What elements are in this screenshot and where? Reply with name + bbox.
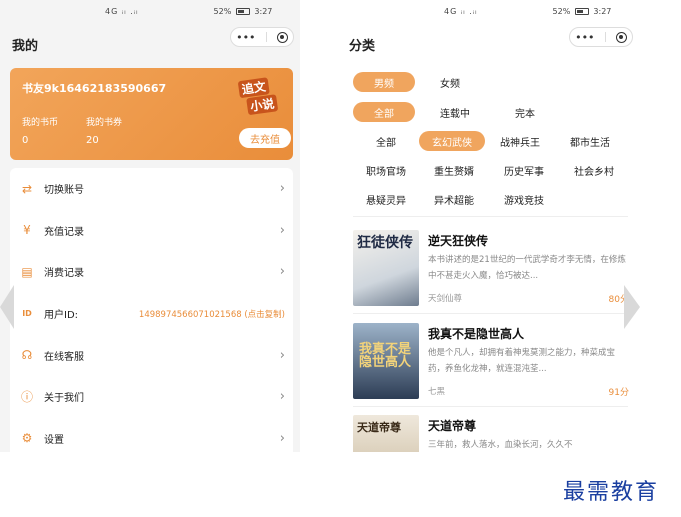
switch-account-icon: ⇄ [21, 181, 33, 196]
chevron-right-icon: › [279, 181, 285, 197]
menu-item-label: 切换账号 [44, 185, 84, 197]
genre-workplace[interactable]: 职场官场 [353, 160, 419, 180]
profile-screen: 4G ᵢₗ .ᵢₗ 52% 3:27 我的 ••• 书友9k1646218359… [0, 0, 300, 452]
menu-item-recharge-record[interactable]: ¥ 充值记录 › [10, 210, 293, 252]
watermark: 最需教育 [563, 480, 660, 505]
book-author: 七黑 [428, 387, 446, 397]
chevron-right-icon: › [279, 264, 285, 280]
tab-female[interactable]: 女频 [415, 72, 485, 92]
book-cover: 我真不是隐世高人 [353, 323, 419, 399]
next-slide-arrow-icon[interactable] [624, 285, 640, 329]
book-cover: 天道帝尊 [353, 415, 419, 452]
book-title: 我真不是隐世高人 [428, 327, 525, 341]
menu-item-label: 在线客服 [44, 351, 84, 363]
chevron-right-icon: › [279, 222, 285, 238]
book-description: 他是个凡人，却拥有着神鬼莫测之能力，种菜成宝药，养鱼化龙神，就连混沌荃... [428, 348, 616, 374]
book-description: 三年前，救人落水，血染长河，久久不 [428, 440, 573, 450]
book-item[interactable]: 天道帝尊 天道帝尊 三年前，救人落水，血染长河，久久不 [353, 415, 629, 452]
gender-filter: 男频 女频 [353, 72, 485, 92]
menu-item-label: 充值记录 [44, 226, 84, 238]
chevron-right-icon: › [279, 389, 285, 405]
menu-item-customer-service[interactable]: ☊ 在线客服 › [10, 334, 293, 376]
menu-item-label: 设置 [44, 434, 64, 446]
consume-record-icon: ▤ [21, 264, 33, 279]
tab-male[interactable]: 男频 [353, 72, 415, 92]
book-item[interactable]: 狂徒侠传 逆天狂侠传 本书讲述的是21世纪的一代武学奇才李无情，在修炼中不甚走火… [353, 230, 629, 320]
genre-gaming[interactable]: 游戏竞技 [489, 189, 559, 209]
more-icon[interactable]: ••• [236, 31, 255, 44]
status-completed[interactable]: 完本 [495, 102, 555, 122]
coupons-label: 我的书券 [86, 118, 123, 128]
book-score: 91分 [608, 388, 629, 398]
menu-item-label: 关于我们 [44, 393, 84, 405]
menu-item-user-id[interactable]: ID 用户ID: 1498974566071021568 (点击复制) [10, 293, 293, 335]
status-bar: 4G ᵢₗ .ᵢₗ 52% 3:27 [444, 7, 611, 16]
battery-percent: 52% [213, 7, 232, 16]
about-icon: ⓘ [20, 390, 33, 405]
menu-item-switch-account[interactable]: ⇄ 切换账号 › [10, 168, 293, 210]
battery-icon [235, 8, 250, 15]
genre-filter-row-1: 全部 玄幻武侠 战神兵王 都市生活 [353, 131, 625, 151]
chevron-right-icon: › [279, 430, 285, 446]
genre-filter-row-3: 悬疑灵异 异术超能 游戏竞技 [353, 189, 559, 209]
username: 书友9k16462183590667 [22, 82, 167, 95]
genre-rural[interactable]: 社会乡村 [559, 160, 629, 180]
menu-item-about[interactable]: ⓘ 关于我们 › [10, 376, 293, 418]
recharge-record-icon: ¥ [23, 223, 31, 238]
genre-war-god[interactable]: 战神兵王 [485, 131, 555, 151]
coins-label: 我的书币 [22, 118, 59, 128]
coupons-value: 20 [86, 135, 99, 146]
category-screen: 4G ᵢₗ .ᵢₗ 52% 3:27 分类 ••• 男频 女频 全部 连载中 完… [337, 0, 642, 452]
customer-service-icon: ☊ [21, 348, 33, 363]
battery-percent: 52% [552, 7, 571, 16]
status-filter: 全部 连载中 完本 [353, 102, 555, 122]
page-title: 我的 [12, 39, 39, 54]
genre-rebirth[interactable]: 重生赘婿 [419, 160, 489, 180]
close-mini-program-icon[interactable] [276, 31, 288, 43]
genre-all[interactable]: 全部 [353, 131, 419, 151]
chevron-right-icon: › [279, 347, 285, 363]
genre-supernatural[interactable]: 异术超能 [419, 189, 489, 209]
status-serializing[interactable]: 连载中 [415, 102, 495, 122]
battery-icon [574, 8, 589, 15]
user-id-icon: ID [22, 309, 32, 319]
genre-fantasy-martial[interactable]: 玄幻武侠 [419, 131, 485, 151]
divider [353, 313, 628, 314]
account-card: 书友9k16462183590667 追文 小说 我的书币 我的书券 0 20 … [10, 68, 293, 160]
book-description: 本书讲述的是21世纪的一代武学奇才李无情，在修炼中不甚走火入魔，恰巧被达... [428, 255, 626, 281]
mini-program-capsule: ••• [569, 27, 633, 47]
book-title: 天道帝尊 [428, 419, 477, 433]
status-all[interactable]: 全部 [353, 102, 415, 122]
book-author: 天剑仙尊 [428, 294, 463, 304]
genre-filter-row-2: 职场官场 重生赘婿 历史军事 社会乡村 [353, 160, 629, 180]
menu-item-label: 消费记录 [44, 268, 84, 280]
menu-item-settings[interactable]: ⚙ 设置 › [10, 418, 293, 452]
genre-mystery[interactable]: 悬疑灵异 [353, 189, 419, 209]
book-title: 逆天狂侠传 [428, 234, 489, 248]
genre-history[interactable]: 历史军事 [489, 160, 559, 180]
close-mini-program-icon[interactable] [615, 31, 627, 43]
page-title: 分类 [349, 39, 376, 54]
settings-icon: ⚙ [21, 431, 33, 446]
more-icon[interactable]: ••• [575, 31, 594, 44]
book-cover: 狂徒侠传 [353, 230, 419, 306]
prev-slide-arrow-icon[interactable] [0, 285, 14, 329]
app-logo: 追文 小说 [233, 72, 292, 119]
clock: 3:27 [254, 7, 273, 16]
clock: 3:27 [593, 7, 612, 16]
menu-item-label: 用户ID: [44, 310, 79, 322]
signal-icon: 4G ᵢₗ .ᵢₗ [105, 7, 139, 16]
signal-icon: 4G ᵢₗ .ᵢₗ [444, 7, 478, 16]
status-bar: 4G ᵢₗ .ᵢₗ 52% 3:27 [105, 7, 272, 16]
genre-urban[interactable]: 都市生活 [555, 131, 625, 151]
user-id-value[interactable]: 1498974566071021568 (点击复制) [139, 308, 285, 320]
recharge-button[interactable]: 去充值 [239, 128, 291, 148]
divider [353, 216, 628, 217]
book-item[interactable]: 我真不是隐世高人 我真不是隐世高人 他是个凡人，却拥有着神鬼莫测之能力，种菜成宝… [353, 323, 629, 413]
coins-value: 0 [22, 135, 29, 146]
menu-item-consume-record[interactable]: ▤ 消费记录 › [10, 251, 293, 293]
settings-menu: ⇄ 切换账号 › ¥ 充值记录 › ▤ 消费记录 › ID 用户ID: 1498… [10, 168, 293, 452]
divider [353, 406, 628, 407]
mini-program-capsule: ••• [230, 27, 294, 47]
